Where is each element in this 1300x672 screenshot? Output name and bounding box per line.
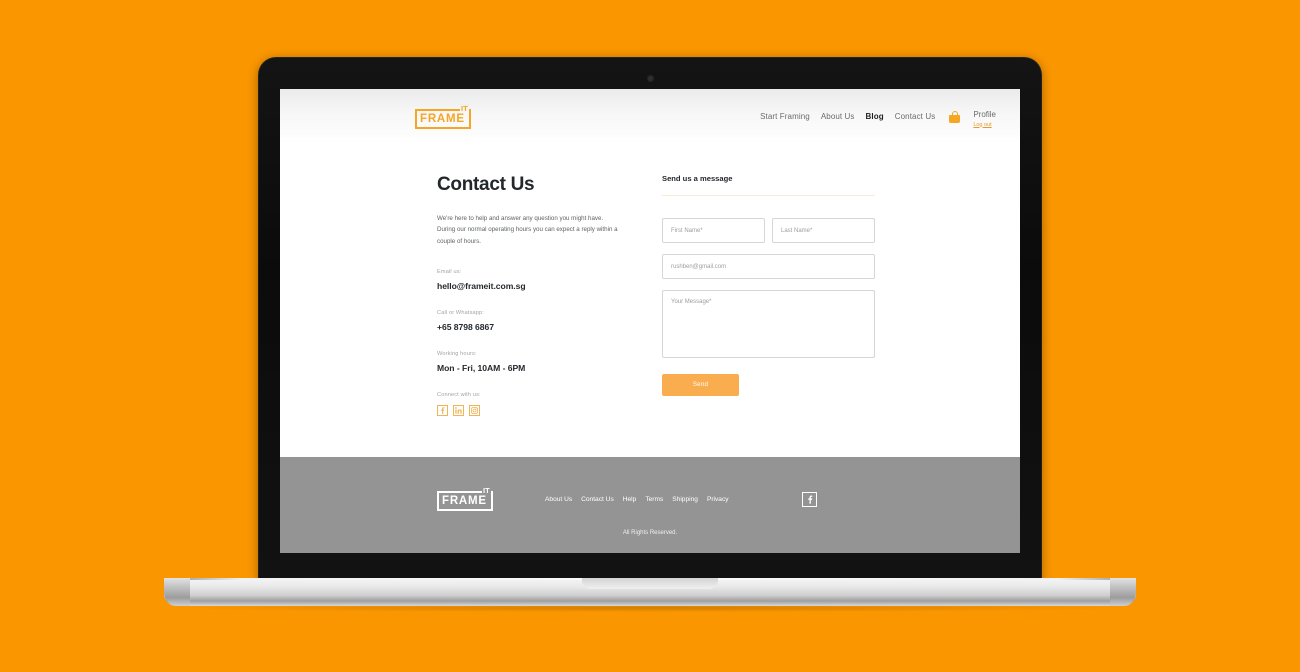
laptop-base-left-edge — [164, 578, 190, 606]
footer-link-shipping[interactable]: Shipping — [672, 496, 698, 503]
instagram-icon[interactable] — [469, 404, 480, 416]
first-name-input[interactable]: First Name* — [662, 218, 765, 243]
social-links — [437, 404, 650, 416]
email-group: Email us: hello@frameit.com.sg — [437, 269, 650, 291]
footer-logo-word: FRAME — [442, 495, 487, 507]
logo-superscript: IT — [460, 103, 469, 113]
shopping-bag-icon[interactable] — [949, 110, 961, 123]
contact-info-column: Contact Us We're here to help and answer… — [437, 174, 650, 490]
email-input[interactable]: rushben@gmail.com — [662, 254, 875, 279]
facebook-icon[interactable] — [437, 404, 448, 416]
main-content: Contact Us We're here to help and answer… — [280, 144, 1020, 490]
last-name-input[interactable]: Last Name* — [772, 218, 875, 243]
hours-group: Working hours: Mon - Fri, 10AM - 6PM — [437, 351, 650, 373]
intro-paragraph: We're here to help and answer any questi… — [437, 215, 618, 245]
footer-link-terms[interactable]: Terms — [645, 496, 663, 503]
phone-value[interactable]: +65 8798 6867 — [437, 322, 650, 332]
footer-link-privacy[interactable]: Privacy — [707, 496, 729, 503]
form-divider — [662, 195, 875, 196]
hours-value: Mon - Fri, 10AM - 6PM — [437, 362, 526, 373]
contact-form-column: Send us a message First Name* Last Name*… — [662, 174, 875, 490]
name-row: First Name* Last Name* — [662, 218, 875, 243]
footer-link-about-us[interactable]: About Us — [545, 496, 572, 503]
message-textarea[interactable]: Your Message* — [662, 290, 875, 358]
profile-label: Profile — [973, 109, 996, 119]
footer-logo-superscript: IT — [482, 486, 491, 495]
website-viewport: FRAME IT Start Framing About Us Blog Con… — [280, 89, 1020, 553]
footer-nav: About Us Contact Us Help Terms Shipping … — [545, 496, 729, 503]
footer-link-help[interactable]: Help — [623, 496, 637, 503]
linkedin-icon[interactable] — [453, 404, 464, 416]
hours-label: Working hours: — [437, 350, 477, 357]
copyright-text: All Rights Reserved. — [622, 530, 678, 536]
nav-item-about-us[interactable]: About Us — [821, 112, 855, 121]
site-header: FRAME IT Start Framing About Us Blog Con… — [280, 89, 1020, 144]
laptop-screen: FRAME IT Start Framing About Us Blog Con… — [280, 89, 1020, 553]
nav-item-blog[interactable]: Blog — [866, 112, 884, 121]
connect-group: Connect with us: — [437, 392, 650, 416]
laptop-lid: FRAME IT Start Framing About Us Blog Con… — [258, 57, 1042, 583]
facebook-icon[interactable] — [802, 491, 817, 507]
connect-label: Connect with us: — [437, 391, 481, 398]
logo-word: FRAME — [420, 112, 465, 125]
phone-group: Call or Whatsapp: +65 8798 6867 — [437, 310, 650, 332]
send-button[interactable]: Send — [662, 373, 739, 396]
header-logo[interactable]: FRAME IT — [415, 103, 477, 129]
email-row: rushben@gmail.com — [662, 254, 875, 279]
footer-row: FRAME IT About Us Contact Us Help Terms … — [280, 457, 1020, 511]
header-nav: Start Framing About Us Blog Contact Us P… — [760, 105, 996, 129]
footer-logo[interactable]: FRAME IT — [437, 486, 499, 511]
nav-item-start-framing[interactable]: Start Framing — [760, 112, 810, 121]
email-value[interactable]: hello@frameit.com.sg — [437, 281, 650, 291]
site-footer: FRAME IT About Us Contact Us Help Terms … — [280, 457, 1020, 553]
profile-menu[interactable]: Profile Log out — [973, 105, 996, 129]
logout-link[interactable]: Log out — [973, 122, 996, 129]
webcam-icon — [647, 76, 653, 81]
form-title: Send us a message — [662, 174, 733, 183]
laptop-base-notch — [582, 578, 718, 589]
email-label: Email us: — [437, 268, 462, 275]
laptop-base — [164, 578, 1136, 606]
footer-link-contact-us[interactable]: Contact Us — [581, 496, 614, 503]
phone-label: Call or Whatsapp: — [437, 309, 485, 316]
nav-item-contact-us[interactable]: Contact Us — [895, 112, 936, 121]
page-title: Contact Us — [437, 174, 535, 195]
